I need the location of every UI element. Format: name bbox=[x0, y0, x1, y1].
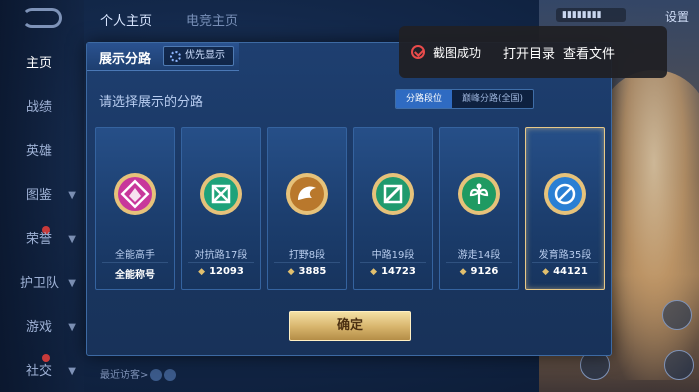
open-directory-button[interactable]: 打开目录 bbox=[503, 43, 555, 62]
priority-display-label: 优先显示 bbox=[185, 50, 225, 61]
divider bbox=[188, 262, 254, 263]
chevron-down-icon: ▼ bbox=[68, 366, 76, 377]
settings-button[interactable]: 设置 bbox=[665, 8, 689, 25]
power-icon: ◆ bbox=[287, 267, 295, 277]
dialog-prompt: 请选择展示的分路 bbox=[99, 95, 204, 110]
card-value: 全能称号 bbox=[115, 270, 155, 281]
screenshot-toast: 截图成功 打开目录 查看文件 bbox=[399, 26, 667, 78]
farm-lane-badge-icon bbox=[544, 173, 586, 215]
divider bbox=[446, 262, 512, 263]
power-icon: ◆ bbox=[459, 267, 467, 277]
chevron-down-icon: ▼ bbox=[68, 278, 76, 289]
sidebar-item-codex[interactable]: 图鉴 ▼ bbox=[0, 184, 84, 208]
card-value: ◆ 9126 bbox=[440, 266, 518, 277]
card-name: 全能高手 bbox=[115, 250, 155, 261]
status-badge: ▮▮▮▮▮▮▮▮ bbox=[556, 8, 626, 22]
sidebar-item-heroes[interactable]: 英雄 bbox=[0, 140, 84, 164]
sidebar-item-label: 护卫队 bbox=[20, 276, 60, 291]
dialog-title: 展示分路 bbox=[99, 52, 152, 67]
mid-lane-badge-icon bbox=[372, 173, 414, 215]
view-file-button[interactable]: 查看文件 bbox=[563, 43, 615, 62]
record-button[interactable] bbox=[664, 350, 694, 380]
sidebar-item-label: 图鉴 bbox=[26, 188, 53, 203]
tab-personal-home[interactable]: 个人主页 bbox=[100, 10, 152, 29]
sidebar-item-social[interactable]: 社交 ▼ bbox=[0, 360, 84, 384]
sidebar-item-label: 社交 bbox=[26, 364, 53, 379]
card-name: 中路19段 bbox=[371, 250, 415, 261]
jungle-badge-icon bbox=[286, 173, 328, 215]
route-card-jungle[interactable]: 打野8段 ◆ 3885 bbox=[267, 127, 347, 290]
back-logo-icon[interactable] bbox=[22, 8, 62, 28]
sidebar-item-home[interactable]: 主页 bbox=[0, 52, 84, 76]
gear-icon bbox=[170, 50, 181, 62]
sidebar: 主页 战绩 英雄 图鉴 ▼ 荣誉 ▼ 护卫队 ▼ 游戏 ▼ 社交 ▼ bbox=[0, 0, 84, 392]
card-value-text: 9126 bbox=[470, 266, 499, 277]
route-card-farm-lane[interactable]: 发育路35段 ◆ 44121 bbox=[525, 127, 605, 290]
card-value-text: 44121 bbox=[553, 266, 588, 277]
confirm-button[interactable]: 确定 bbox=[289, 311, 411, 341]
divider bbox=[360, 262, 426, 263]
tab-esports-home[interactable]: 电竞主页 bbox=[186, 10, 238, 29]
priority-display-button[interactable]: 优先显示 bbox=[163, 46, 234, 66]
route-display-dialog: 展示分路 优先显示 请选择展示的分路 分路段位 巅峰分路(全国) 全能高手 全能… bbox=[86, 42, 612, 356]
roam-badge-icon bbox=[458, 173, 500, 215]
tab-peak-route[interactable]: 巅峰分路(全国) bbox=[452, 90, 534, 108]
clash-lane-badge-icon bbox=[200, 173, 242, 215]
divider bbox=[102, 262, 168, 263]
card-value-text: 3885 bbox=[298, 266, 327, 277]
recent-visitors[interactable]: 最近访客> bbox=[100, 366, 177, 381]
sidebar-item-label: 英雄 bbox=[26, 144, 53, 159]
card-value: ◆ 12093 bbox=[182, 266, 260, 277]
route-card-list: 全能高手 全能称号 对抗路17段 ◆ 12093 打野8段 ◆ 3885 中路1… bbox=[95, 127, 607, 292]
sidebar-item-record[interactable]: 战绩 bbox=[0, 96, 84, 120]
all-round-badge-icon bbox=[114, 173, 156, 215]
power-icon: ◆ bbox=[542, 267, 550, 277]
tab-route-rank[interactable]: 分路段位 bbox=[396, 90, 453, 108]
card-value-text: 12093 bbox=[209, 266, 244, 277]
segment-switch: 分路段位 巅峰分路(全国) bbox=[395, 89, 535, 109]
up-arrow-button[interactable] bbox=[662, 300, 692, 330]
card-name: 游走14段 bbox=[457, 250, 501, 261]
sidebar-item-label: 战绩 bbox=[26, 100, 53, 115]
power-icon: ◆ bbox=[198, 267, 206, 277]
avatar bbox=[150, 369, 163, 381]
route-card-roam[interactable]: 游走14段 ◆ 9126 bbox=[439, 127, 519, 290]
hero-figure bbox=[599, 70, 699, 380]
divider bbox=[274, 262, 340, 263]
sidebar-item-guard[interactable]: 护卫队 ▼ bbox=[0, 272, 84, 296]
check-circle-icon bbox=[411, 45, 425, 59]
card-value-text: 14723 bbox=[381, 266, 416, 277]
toast-message: 截图成功 bbox=[433, 45, 482, 60]
card-value: ◆ 3885 bbox=[268, 266, 346, 277]
card-name: 对抗路17段 bbox=[194, 250, 248, 261]
route-card-clash-lane[interactable]: 对抗路17段 ◆ 12093 bbox=[181, 127, 261, 290]
recent-visitors-label: 最近访客> bbox=[100, 370, 149, 381]
sidebar-item-label: 荣誉 bbox=[26, 232, 53, 247]
avatar bbox=[164, 369, 177, 381]
card-name: 发育路35段 bbox=[538, 250, 592, 261]
sidebar-item-honor[interactable]: 荣誉 ▼ bbox=[0, 228, 84, 252]
dialog-header: 展示分路 优先显示 bbox=[87, 43, 239, 71]
sidebar-item-label: 游戏 bbox=[26, 320, 53, 335]
chevron-down-icon: ▼ bbox=[68, 234, 76, 245]
route-card-all-round[interactable]: 全能高手 全能称号 bbox=[95, 127, 175, 290]
chevron-down-icon: ▼ bbox=[68, 322, 76, 333]
chevron-down-icon: ▼ bbox=[68, 190, 76, 201]
card-name: 打野8段 bbox=[288, 250, 326, 261]
card-value: ◆ 14723 bbox=[354, 266, 432, 277]
route-card-mid-lane[interactable]: 中路19段 ◆ 14723 bbox=[353, 127, 433, 290]
power-icon: ◆ bbox=[370, 267, 378, 277]
sidebar-item-games[interactable]: 游戏 ▼ bbox=[0, 316, 84, 340]
sidebar-item-label: 主页 bbox=[26, 56, 53, 71]
divider bbox=[532, 262, 598, 263]
card-value: ◆ 44121 bbox=[526, 266, 604, 277]
